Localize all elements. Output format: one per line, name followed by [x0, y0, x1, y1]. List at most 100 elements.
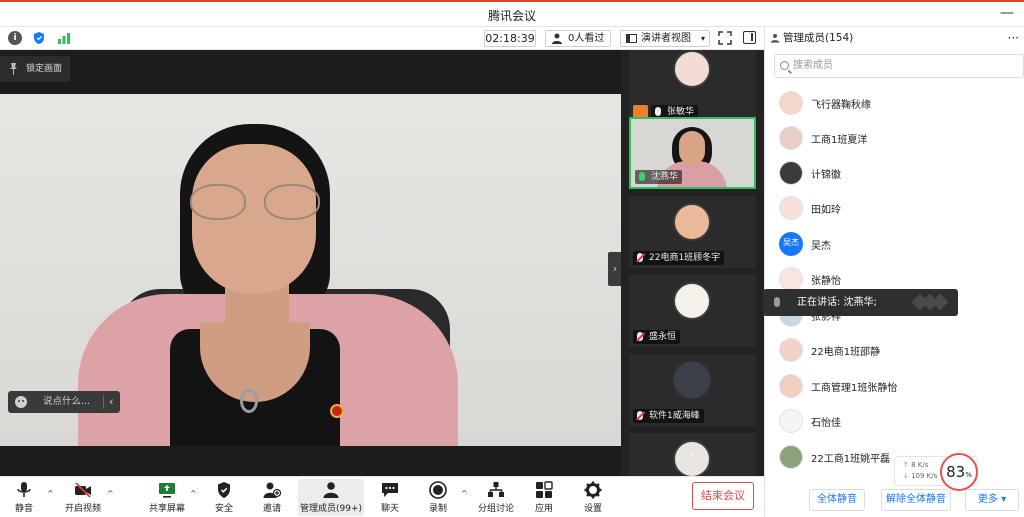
- member-name: 飞行器鞠秋缘: [811, 100, 871, 111]
- avatar: [673, 282, 711, 320]
- fullscreen-icon[interactable]: [718, 31, 732, 45]
- apps-icon: [536, 481, 553, 498]
- meeting-timer: 02:18:39: [484, 30, 536, 47]
- member-row[interactable]: 工商管理1班张静怡: [779, 374, 1019, 400]
- participant-name: 22电商1班顾冬宇: [649, 253, 721, 263]
- shield-icon[interactable]: [32, 31, 46, 45]
- record-options-caret[interactable]: ^: [461, 489, 468, 498]
- search-placeholder: 搜索成员: [793, 60, 833, 71]
- viewer-count-label: 0人看过: [568, 33, 605, 44]
- mic-icon: [639, 172, 645, 181]
- end-meeting-button[interactable]: 结束会议: [692, 482, 754, 510]
- unmute-all-button[interactable]: 解除全体静音: [881, 489, 951, 511]
- shield-icon: [218, 482, 230, 498]
- signal-icon[interactable]: [57, 31, 71, 45]
- toggle-sidebar-icon[interactable]: [743, 31, 756, 44]
- member-row[interactable]: 22电商1班邵静: [779, 338, 1019, 364]
- emoji-icon[interactable]: [15, 396, 27, 408]
- avatar: [673, 361, 711, 399]
- member-search-input[interactable]: 搜索成员: [774, 54, 1024, 78]
- participant-name: 沈燕华: [651, 172, 679, 182]
- scroll-down-icon[interactable]: ⌄: [682, 448, 704, 464]
- mic-icon: [774, 297, 780, 307]
- member-row[interactable]: 计锦徽: [779, 161, 1019, 187]
- share-screen-button[interactable]: 共享屏幕: [144, 479, 190, 516]
- avatar: [673, 50, 711, 88]
- apps-button[interactable]: 应用: [521, 479, 567, 516]
- participant-name: 盛永恒: [649, 332, 677, 342]
- participant-tile[interactable]: 盛永恒: [629, 275, 756, 347]
- participant-strip: 张敏华 沈燕华 22电商1班顾冬宇 盛永恒 软件1威海峰 ⌄: [621, 50, 764, 476]
- avatar: [673, 203, 711, 241]
- avatar: [779, 338, 803, 362]
- member-name: 工商1班夏洋: [811, 135, 868, 146]
- microphone-icon: [17, 482, 31, 497]
- member-name: 张静怡: [811, 276, 841, 287]
- mute-all-button[interactable]: 全体静音: [809, 489, 865, 511]
- view-mode-select[interactable]: 演讲者视图 ▾: [620, 30, 710, 47]
- member-name: 工商管理1班张静怡: [811, 383, 898, 394]
- viewer-count-button[interactable]: 0人看过: [545, 30, 611, 47]
- more-options-icon[interactable]: ···: [1008, 27, 1019, 50]
- members-panel: 管理成员(154) ··· 搜索成员 飞行器鞠秋缘 工商1班夏洋 计锦徽 田如玲…: [764, 27, 1024, 517]
- member-name: 吴杰: [811, 241, 831, 252]
- title-bar: 腾讯会议 —: [0, 0, 1024, 27]
- member-row[interactable]: 田如玲: [779, 196, 1019, 222]
- avatar: [779, 409, 803, 433]
- strip-toggle-button[interactable]: ›: [608, 252, 622, 286]
- members-panel-title: 管理成员(154): [783, 32, 854, 44]
- participant-tile-active[interactable]: 沈燕华: [629, 117, 756, 189]
- security-button[interactable]: 安全: [201, 479, 247, 516]
- window-title: 腾讯会议: [487, 9, 536, 23]
- avatar: [779, 196, 803, 220]
- member-row[interactable]: 吴杰 吴杰: [779, 232, 1019, 258]
- breakout-rooms-button[interactable]: 分组讨论: [472, 479, 520, 516]
- quick-chat-input[interactable]: 说点什么... ‹: [8, 391, 120, 413]
- avatar: [779, 126, 803, 150]
- mic-muted-icon: [637, 411, 643, 420]
- camera-off-icon: [75, 482, 91, 498]
- share-screen-icon: [159, 483, 175, 498]
- cpu-usage-badge[interactable]: 83%: [940, 453, 978, 491]
- participant-tile[interactable]: 张敏华: [629, 50, 756, 122]
- audio-options-caret[interactable]: ^: [47, 489, 54, 498]
- member-name: 22电商1班邵静: [811, 347, 881, 358]
- member-row[interactable]: 石怡佳: [779, 409, 1019, 435]
- video-options-caret[interactable]: ^: [107, 489, 114, 498]
- breakout-icon: [488, 482, 504, 497]
- chat-button[interactable]: 聊天: [367, 479, 413, 516]
- invite-button[interactable]: 邀请: [249, 479, 295, 516]
- share-options-caret[interactable]: ^: [190, 489, 197, 498]
- mute-button[interactable]: 静音: [1, 479, 47, 516]
- record-button[interactable]: 录制: [415, 479, 461, 516]
- add-user-icon: [263, 482, 281, 498]
- member-name: 田如玲: [811, 205, 841, 216]
- members-panel-header: 管理成员(154) ···: [765, 27, 1024, 50]
- participant-tile[interactable]: 22电商1班顾冬宇: [629, 196, 756, 268]
- participant-name: 软件1威海峰: [649, 411, 700, 421]
- speaking-indicator: 正在讲话: 沈燕华;: [763, 289, 958, 316]
- info-icon[interactable]: i: [8, 31, 22, 45]
- person-icon: [552, 33, 562, 44]
- record-icon: [429, 481, 447, 499]
- layout-icon: [626, 34, 637, 43]
- manage-members-button[interactable]: 管理成员(99+): [298, 479, 364, 516]
- avatar: [779, 445, 803, 469]
- member-row[interactable]: 工商1班夏洋: [779, 126, 1019, 152]
- members-icon: [323, 482, 339, 498]
- person-icon: [770, 33, 780, 43]
- settings-button[interactable]: 设置: [570, 479, 616, 516]
- lock-view-button[interactable]: 锁定画面: [0, 56, 70, 82]
- download-rate: 109 K/s: [903, 472, 937, 480]
- participant-tile[interactable]: 软件1威海峰: [629, 354, 756, 426]
- meeting-info-bar: i 02:18:39 0人看过 演讲者视图 ▾: [0, 27, 764, 50]
- collapse-chat-icon[interactable]: ‹: [109, 391, 113, 413]
- participant-name: 张敏华: [667, 107, 695, 117]
- minimize-button[interactable]: —: [1000, 5, 1014, 21]
- member-name: 22工商1班姚平磊: [811, 454, 891, 465]
- start-video-button[interactable]: 开启视频: [60, 479, 106, 516]
- member-row[interactable]: 飞行器鞠秋缘: [779, 91, 1019, 117]
- meeting-toolbar: 静音 ^ 开启视频 ^ 共享屏幕 ^ 安全 邀请 管理成员(99+) 聊天 录制…: [0, 476, 764, 517]
- more-button[interactable]: 更多 ▾: [965, 489, 1019, 511]
- members-panel-footer: 全体静音 解除全体静音 更多 ▾: [765, 481, 1024, 517]
